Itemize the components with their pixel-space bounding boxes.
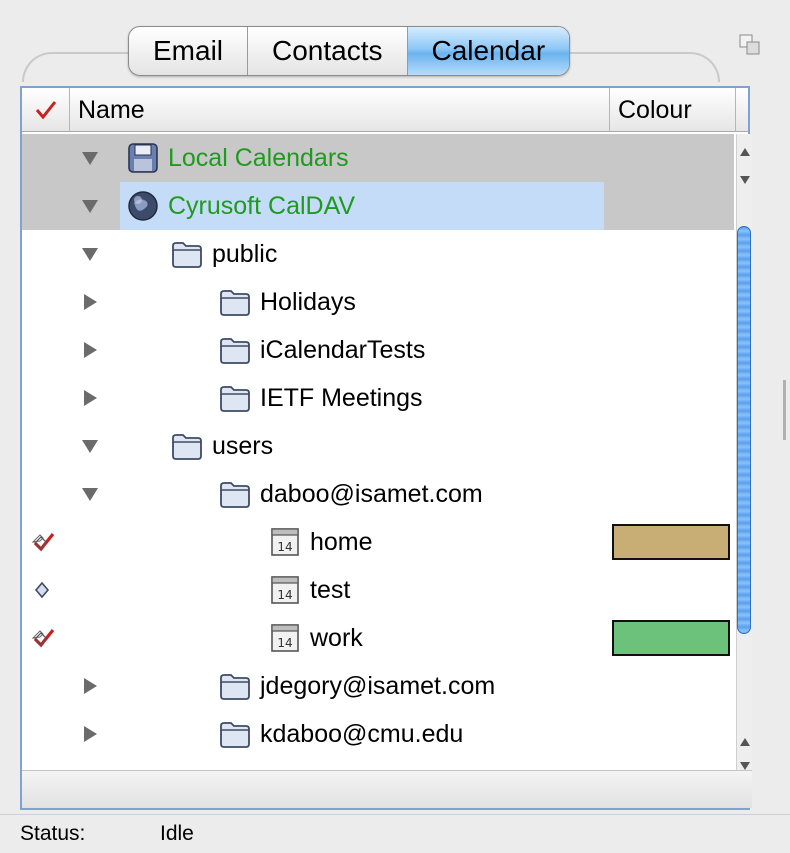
checked-calendar-icon[interactable]	[30, 626, 56, 650]
tree-row[interactable]: Holidays	[22, 278, 734, 326]
scroll-down-arrow-icon[interactable]	[737, 168, 753, 192]
tree-row-name[interactable]: 14 home	[268, 518, 381, 566]
status-bar: Status: Idle	[0, 814, 790, 853]
tree-row[interactable]: users	[22, 422, 734, 470]
tree-row-label: iCalendarTests	[260, 335, 426, 364]
tab-bar: Email Contacts Calendar	[128, 26, 571, 76]
status-value: Idle	[160, 822, 194, 845]
header-colour-label: Colour	[618, 95, 692, 124]
tree-row-name[interactable]: 14 work	[268, 614, 371, 662]
disclosure-collapsed-icon[interactable]	[80, 388, 100, 408]
tree-row-label: test	[310, 575, 351, 604]
folder-icon	[218, 381, 252, 415]
vertical-scrollbar[interactable]	[736, 134, 752, 770]
calendar-icon: 14	[268, 573, 302, 607]
tab-calendar[interactable]: Calendar	[407, 27, 570, 75]
tree-row-name[interactable]: Holidays	[218, 278, 364, 326]
column-header: Name Colour	[22, 88, 748, 132]
disclosure-expanded-icon[interactable]	[80, 436, 100, 456]
tree-row-name[interactable]: kdaboo@cmu.edu	[218, 710, 471, 758]
group-colour-cell	[610, 182, 734, 230]
tree-row-label: jdegory@isamet.com	[260, 671, 496, 700]
disk-icon	[126, 141, 160, 175]
globe-icon	[126, 189, 160, 223]
tree-row-label: Holidays	[260, 287, 356, 316]
tree-row[interactable]: jdegory@isamet.com	[22, 662, 734, 710]
window-toggle-icon[interactable]	[739, 34, 761, 56]
scroll-up-arrow-bottom-icon[interactable]	[737, 730, 753, 754]
header-check-column[interactable]	[22, 88, 70, 132]
tree-row-name[interactable]: 14 test	[268, 566, 358, 614]
header-name-column[interactable]: Name	[72, 88, 610, 132]
horizontal-scroll-area[interactable]	[22, 770, 752, 808]
tree-row-name[interactable]: public	[170, 230, 285, 278]
tree-row-name[interactable]: daboo@isamet.com	[218, 470, 491, 518]
calendar-day-text: 14	[277, 588, 292, 602]
folder-icon	[218, 333, 252, 367]
checkmark-icon	[35, 101, 56, 120]
disclosure-collapsed-icon[interactable]	[80, 340, 100, 360]
folder-icon	[218, 477, 252, 511]
folder-icon	[170, 237, 204, 271]
tree-row[interactable]: 14 home	[22, 518, 734, 566]
disclosure-expanded-icon[interactable]	[80, 196, 100, 216]
folder-icon	[218, 669, 252, 703]
colour-swatch[interactable]	[612, 524, 730, 560]
tree-row-label: work	[310, 623, 363, 652]
disclosure-expanded-icon[interactable]	[80, 148, 100, 168]
disclosure-expanded-icon[interactable]	[80, 244, 100, 264]
tree-row[interactable]: Local Calendars	[22, 134, 734, 182]
calendar-icon: 14	[268, 621, 302, 655]
tree-row[interactable]: kdaboo@cmu.edu	[22, 710, 734, 758]
tree-row-name[interactable]: iCalendarTests	[218, 326, 433, 374]
tree-row-name[interactable]: IETF Meetings	[218, 374, 431, 422]
calendar-day-text: 14	[277, 540, 292, 554]
tree-row-label: daboo@isamet.com	[260, 479, 483, 508]
status-label: Status:	[20, 822, 86, 845]
tree-row[interactable]: daboo@isamet.com	[22, 470, 734, 518]
tree-row[interactable]: 14 work	[22, 614, 734, 662]
tree-row-label: Local Calendars	[168, 143, 349, 172]
tree-row-label: IETF Meetings	[260, 383, 423, 412]
tree-row[interactable]: 14 test	[22, 566, 734, 614]
tree-row-name[interactable]: Local Calendars	[126, 134, 357, 182]
checked-calendar-icon[interactable]	[30, 530, 56, 554]
tree-row-label: kdaboo@cmu.edu	[260, 719, 464, 748]
folder-icon	[218, 285, 252, 319]
tab-contacts[interactable]: Contacts	[248, 27, 408, 75]
tree-row-name[interactable]: Cyrusoft CalDAV	[120, 182, 604, 230]
scroll-thumb[interactable]	[737, 226, 751, 634]
calendar-icon: 14	[268, 525, 302, 559]
resize-grip[interactable]	[783, 380, 786, 440]
tree-row-name[interactable]: users	[170, 422, 281, 470]
header-colour-column[interactable]: Colour	[612, 88, 736, 132]
tab-email[interactable]: Email	[129, 27, 249, 75]
folder-icon	[218, 717, 252, 751]
tree-row[interactable]: IETF Meetings	[22, 374, 734, 422]
disclosure-collapsed-icon[interactable]	[80, 724, 100, 744]
tree-row[interactable]: public	[22, 230, 734, 278]
header-name-label: Name	[78, 95, 145, 124]
tree-row[interactable]: iCalendarTests	[22, 326, 734, 374]
calendar-day-text: 14	[277, 636, 292, 650]
tree-row[interactable]: Cyrusoft CalDAV	[22, 182, 734, 230]
tree-row-name[interactable]: jdegory@isamet.com	[218, 662, 503, 710]
folder-icon	[170, 429, 204, 463]
disclosure-collapsed-icon[interactable]	[80, 292, 100, 312]
scroll-up-arrow-icon[interactable]	[737, 140, 753, 164]
tree-rows: Local Calendars Cyrusoft CalDAV public Holi…	[22, 134, 734, 770]
tree-row-label: home	[310, 527, 373, 556]
disclosure-expanded-icon[interactable]	[80, 484, 100, 504]
tree-row-label: public	[212, 239, 278, 268]
colour-swatch[interactable]	[612, 620, 730, 656]
tree-row-label: Cyrusoft CalDAV	[168, 191, 356, 220]
disclosure-collapsed-icon[interactable]	[80, 676, 100, 696]
calendar-tree-panel: Name Colour Local Calendars Cyrusoft CalD…	[20, 86, 752, 810]
tree-row-label: users	[212, 431, 274, 460]
unchecked-calendar-icon[interactable]	[30, 578, 56, 602]
